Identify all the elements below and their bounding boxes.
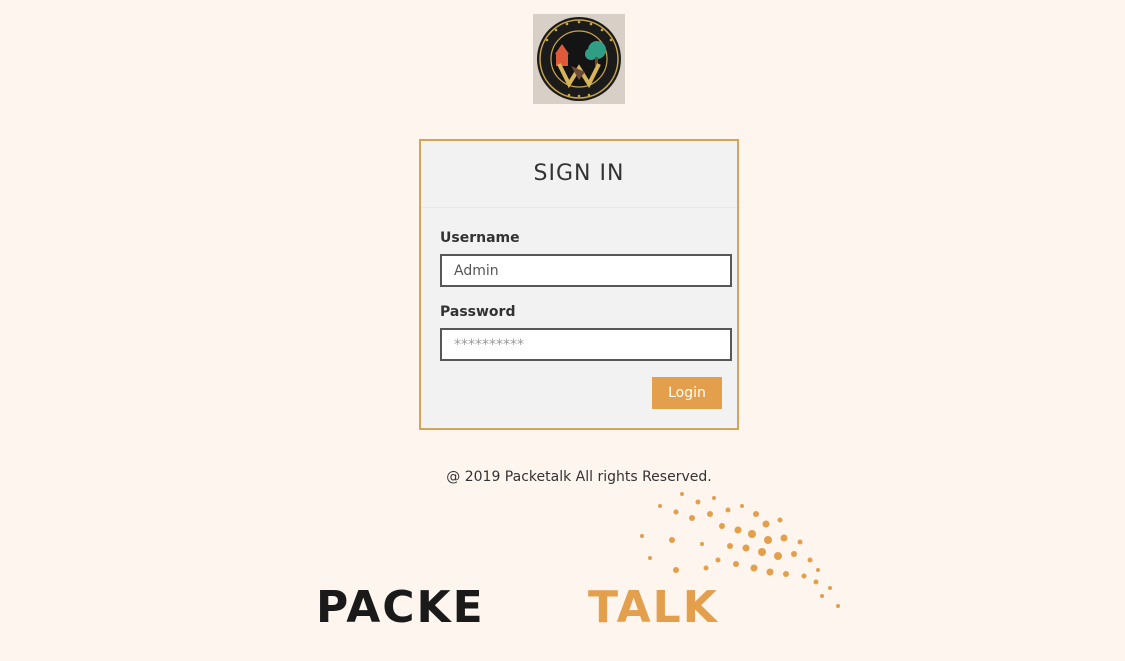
logo-wordmark-dark: PACKE [316, 582, 485, 628]
login-button[interactable]: Login [652, 377, 722, 409]
username-input[interactable] [440, 254, 732, 287]
signin-panel: SIGN IN Username Password Login [419, 139, 739, 430]
login-page: SIGN IN Username Password Login @ 2019 P… [0, 0, 1125, 661]
packetalk-logo: PACKE TALK [310, 488, 850, 633]
copyright-text: @ 2019 Packetalk All rights Reserved. [446, 469, 712, 485]
username-label: Username [440, 230, 520, 246]
signin-title: SIGN IN [421, 141, 737, 208]
password-input[interactable] [440, 328, 732, 361]
password-label: Password [440, 304, 516, 320]
police-seal-logo [533, 14, 625, 104]
logo-wordmark-orange: TALK [588, 582, 719, 628]
